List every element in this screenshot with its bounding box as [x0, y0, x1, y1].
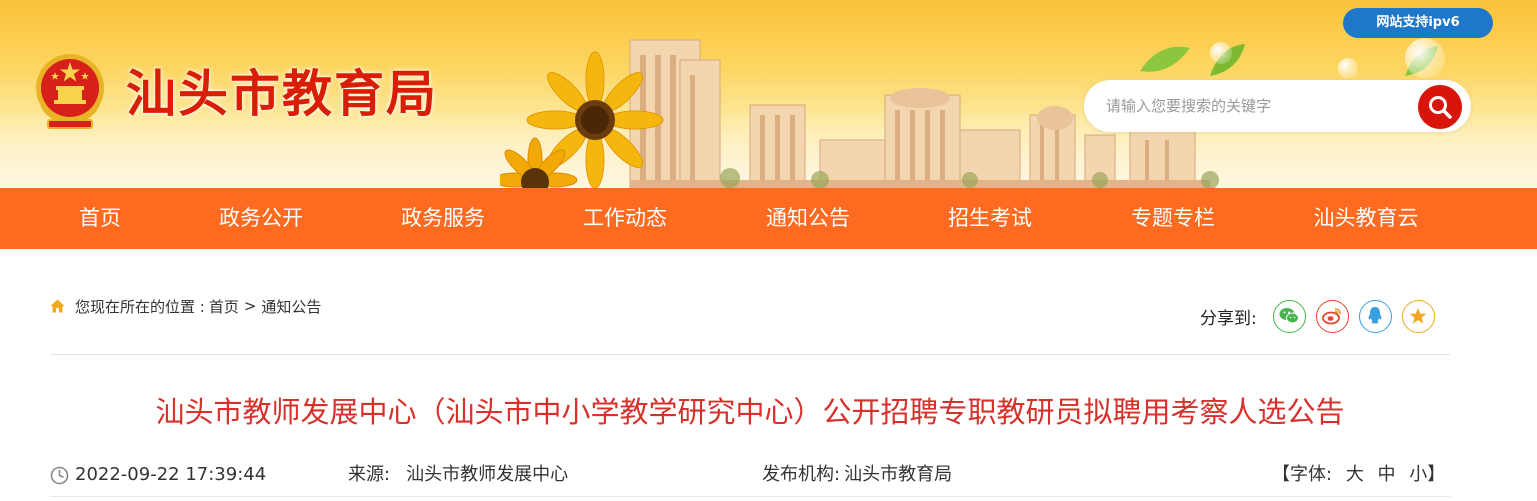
qzone-star-icon	[1409, 308, 1427, 324]
bubble-decoration	[1210, 42, 1232, 64]
font-size-control: 【字体: 大 中 小】	[1272, 462, 1445, 488]
nav-item-government-affairs[interactable]: 政务公开	[219, 188, 303, 249]
font-size-medium-button[interactable]: 中	[1378, 464, 1396, 485]
nav-item-notices[interactable]: 通知公告	[766, 188, 850, 249]
breadcrumb-prefix: 您现在所在的位置 :	[75, 297, 205, 316]
font-size-bracket-close: 】	[1427, 464, 1446, 485]
font-size-label: 【字体:	[1272, 464, 1333, 485]
weibo-icon	[1322, 308, 1342, 325]
nav-item-government-services[interactable]: 政务服务	[401, 188, 485, 249]
share-weibo-button[interactable]	[1315, 299, 1349, 333]
article-publisher: 发布机构: 汕头市教育局	[762, 462, 952, 488]
nav-item-special-topics[interactable]: 专题专栏	[1131, 188, 1215, 249]
search-box	[1084, 80, 1471, 132]
article-title: 汕头市教师发展中心（汕头市中小学教学研究中心）公开招聘专职教研员拟聘用考察人选公…	[155, 395, 1345, 429]
breadcrumb-link-home[interactable]: 首页	[209, 296, 239, 317]
header-banner: 汕头市教育局 网站支持ipv6 请输入您要搜索的关键字	[0, 0, 1537, 188]
qq-icon	[1368, 307, 1382, 324]
article-publisher-value: 汕头市教育局	[844, 464, 953, 485]
nav-item-work-news[interactable]: 工作动态	[583, 188, 667, 249]
content-divider	[50, 354, 1450, 355]
font-size-large-button[interactable]: 大	[1346, 464, 1364, 485]
font-size-small-button[interactable]: 小	[1409, 464, 1427, 485]
bubble-decoration	[1338, 58, 1358, 78]
nav-item-enrollment-exams[interactable]: 招生考试	[948, 188, 1032, 249]
article-publisher-label: 发布机构:	[762, 464, 841, 485]
wechat-icon	[1279, 308, 1300, 324]
breadcrumb: 您现在所在的位置 : 首页 > 通知公告	[50, 295, 321, 317]
share-wechat-button[interactable]	[1272, 299, 1306, 333]
nav-item-education-cloud[interactable]: 汕头教育云	[1314, 188, 1419, 249]
share-qzone-button[interactable]	[1401, 299, 1435, 333]
national-emblem-icon	[36, 54, 104, 129]
share-bar: 分享到:	[1200, 299, 1435, 333]
article-source-label: 来源:	[348, 464, 391, 485]
clock-icon	[50, 466, 69, 484]
share-qq-button[interactable]	[1358, 299, 1392, 333]
article-datetime: 2022-09-22 17:39:44	[50, 462, 266, 488]
breadcrumb-separator: >	[243, 297, 257, 315]
share-label: 分享到:	[1200, 308, 1257, 329]
bubble-decoration	[1405, 38, 1445, 78]
article-source: 来源: 汕头市教师发展中心	[348, 462, 568, 488]
site-title[interactable]: 汕头市教育局	[126, 64, 438, 124]
nav-item-home[interactable]: 首页	[79, 188, 121, 249]
search-icon	[1429, 96, 1452, 119]
search-input[interactable]	[1106, 92, 1406, 120]
article-source-value: 汕头市教师发展中心	[406, 464, 569, 485]
main-nav: 首页 政务公开 政务服务 工作动态 通知公告 招生考试 专题专栏 汕头教育云	[0, 188, 1537, 249]
meta-bottom-divider	[50, 496, 1450, 497]
ipv6-badge[interactable]: 网站支持ipv6	[1343, 8, 1493, 38]
article-datetime-value: 2022-09-22 17:39:44	[75, 464, 267, 485]
home-icon	[50, 299, 65, 313]
search-button[interactable]	[1418, 85, 1462, 129]
breadcrumb-link-notices[interactable]: 通知公告	[261, 296, 321, 317]
